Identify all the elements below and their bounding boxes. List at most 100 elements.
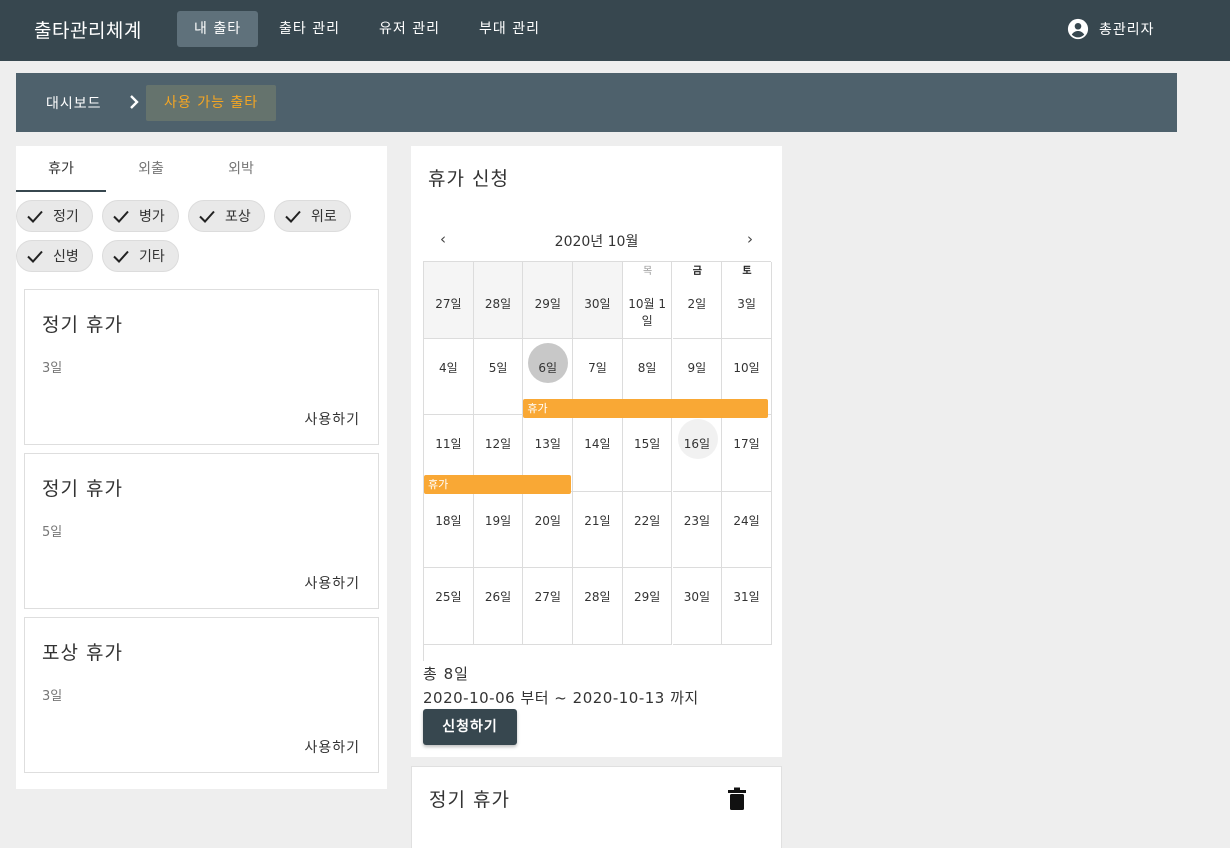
calendar-day[interactable]: 15일 <box>622 415 673 492</box>
calendar-day[interactable]: 27일 <box>424 262 474 339</box>
delete-icon[interactable] <box>726 787 748 811</box>
calendar-day-number[interactable]: 28일 <box>573 588 622 605</box>
calendar-day[interactable]: 28일 <box>573 568 623 645</box>
calendar-day-number[interactable]: 17일 <box>722 435 771 452</box>
check-icon <box>113 250 129 263</box>
calendar-day-number[interactable]: 27일 <box>523 588 572 605</box>
calendar-day-number[interactable]: 11일 <box>424 435 473 452</box>
calendar-day-number[interactable]: 6일 <box>523 359 572 376</box>
calendar-day[interactable]: 14일 <box>573 415 623 492</box>
calendar-day-number[interactable]: 27일 <box>424 295 473 312</box>
app-title[interactable]: 출타관리체계 <box>34 16 142 43</box>
nav-my-leave[interactable]: 내 출타 <box>177 11 259 47</box>
breadcrumb-current[interactable]: 사용 가능 출타 <box>146 85 277 121</box>
calendar-day-number[interactable]: 5일 <box>474 359 523 376</box>
calendar-day-number[interactable]: 3일 <box>722 295 771 312</box>
calendar-day[interactable]: 29일 <box>622 568 673 645</box>
nav-unit-management[interactable]: 부대 관리 <box>462 11 557 47</box>
use-leave-button[interactable]: 사용하기 <box>304 573 360 593</box>
tab-overnight[interactable]: 외박 <box>196 146 286 192</box>
calendar-day[interactable]: 2일 <box>672 262 723 339</box>
calendar-day-number[interactable]: 10월 1일 <box>623 295 672 329</box>
account-circle-icon <box>1067 18 1089 40</box>
calendar-day-number[interactable]: 8일 <box>623 359 672 376</box>
calendar-day-number[interactable]: 21일 <box>573 512 622 529</box>
leave-request-panel: 휴가 신청 ‹ 2020년 10월 › 일월화수목금토27일28일29일30일1… <box>411 146 782 757</box>
calendar-day[interactable]: 23일 <box>672 491 723 569</box>
calendar-day[interactable]: 26일 <box>473 568 524 645</box>
calendar-day-number[interactable]: 10일 <box>722 359 771 376</box>
calendar-day-number[interactable]: 22일 <box>623 512 672 529</box>
calendar-event[interactable]: 휴가 <box>523 399 769 418</box>
calendar-day-number[interactable]: 14일 <box>573 435 622 452</box>
calendar-day-number[interactable]: 20일 <box>523 512 572 529</box>
calendar-day[interactable]: 24일 <box>722 491 772 569</box>
calendar-day-number[interactable]: 15일 <box>623 435 672 452</box>
calendar-day-number[interactable]: 29일 <box>523 295 572 312</box>
calendar-day-number[interactable]: 25일 <box>424 588 473 605</box>
user-menu[interactable]: 총관리자 <box>1067 18 1155 40</box>
calendar-day-number[interactable]: 2일 <box>673 295 722 312</box>
tab-vacation[interactable]: 휴가 <box>16 146 106 192</box>
calendar-day-number[interactable]: 28일 <box>474 295 523 312</box>
leave-card-days: 5일 <box>42 525 63 540</box>
calendar-day[interactable]: 19일 <box>473 491 524 569</box>
calendar-day[interactable]: 28일 <box>473 262 524 339</box>
calendar-day-number[interactable]: 7일 <box>573 359 622 376</box>
calendar-day[interactable]: 17일 <box>722 415 772 492</box>
calendar-day[interactable]: 27일 <box>523 568 574 645</box>
breadcrumb: 대시보드 사용 가능 출타 <box>16 73 1177 132</box>
use-leave-button[interactable]: 사용하기 <box>304 737 360 757</box>
calendar-day-number[interactable]: 24일 <box>722 512 771 529</box>
calendar-day[interactable]: 30일 <box>672 568 723 645</box>
calendar-day-number[interactable]: 12일 <box>474 435 523 452</box>
calendar-day[interactable]: 18일 <box>424 491 474 569</box>
calendar-day-number[interactable]: 4일 <box>424 359 473 376</box>
calendar-day[interactable]: 30일 <box>573 262 623 339</box>
filter-chip-comfort[interactable]: 위로 <box>274 200 351 232</box>
calendar-day[interactable]: 5일 <box>473 338 524 416</box>
calendar-day-number[interactable]: 9일 <box>673 359 722 376</box>
calendar-day[interactable]: 4일 <box>424 338 474 416</box>
filter-chip-recruit[interactable]: 신병 <box>16 240 93 272</box>
calendar-day[interactable]: 22일 <box>622 491 673 569</box>
nav-user-management[interactable]: 유저 관리 <box>362 11 457 47</box>
filter-chip-reward[interactable]: 포상 <box>188 200 265 232</box>
apply-button[interactable]: 신청하기 <box>423 709 517 745</box>
calendar-day-number[interactable]: 26일 <box>474 588 523 605</box>
calendar-day-number[interactable]: 23일 <box>673 512 722 529</box>
calendar-day-number[interactable]: 16일 <box>673 435 722 452</box>
filter-chip-sick[interactable]: 병가 <box>102 200 179 232</box>
calendar-day[interactable]: 3일 <box>722 262 772 339</box>
calendar-day-number[interactable]: 19일 <box>474 512 523 529</box>
calendar-day-number[interactable]: 18일 <box>424 512 473 529</box>
calendar-day[interactable]: 10월 1일 <box>622 262 673 339</box>
calendar-day-number[interactable]: 31일 <box>722 588 771 605</box>
filter-chip-regular[interactable]: 정기 <box>16 200 93 232</box>
calendar-day-number[interactable]: 29일 <box>623 588 672 605</box>
calendar-day[interactable]: 29일 <box>523 262 574 339</box>
leave-card: 정기 휴가 5일 사용하기 <box>24 453 379 609</box>
summary-total: 총 8일 <box>423 665 469 683</box>
calendar-month-label: 2020년 10월 <box>554 234 639 250</box>
next-month-button[interactable]: › <box>738 230 762 252</box>
breadcrumb-dashboard[interactable]: 대시보드 <box>46 93 102 113</box>
calendar-day-number[interactable]: 13일 <box>523 435 572 452</box>
calendar-day-number[interactable]: 30일 <box>573 295 622 312</box>
tab-outing[interactable]: 외출 <box>106 146 196 192</box>
filter-chip-other[interactable]: 기타 <box>102 240 179 272</box>
check-icon <box>285 210 301 223</box>
nav-leave-management[interactable]: 출타 관리 <box>262 11 357 47</box>
calendar-day-number[interactable]: 30일 <box>673 588 722 605</box>
calendar-day[interactable]: 31일 <box>722 568 772 645</box>
leave-card-title: 정기 휴가 <box>42 478 123 500</box>
calendar-event[interactable]: 휴가 <box>424 475 571 494</box>
calendar-day[interactable]: 20일 <box>523 491 574 569</box>
top-app-bar: 출타관리체계 내 출타 출타 관리 유저 관리 부대 관리 총관리자 <box>0 0 1230 61</box>
calendar-day[interactable]: 16일 <box>672 415 723 492</box>
use-leave-button[interactable]: 사용하기 <box>304 409 360 429</box>
calendar-day[interactable]: 21일 <box>573 491 623 569</box>
calendar-day[interactable]: 25일 <box>424 568 474 645</box>
chip-label: 포상 <box>225 209 251 225</box>
leave-card-title: 포상 휴가 <box>42 642 123 664</box>
